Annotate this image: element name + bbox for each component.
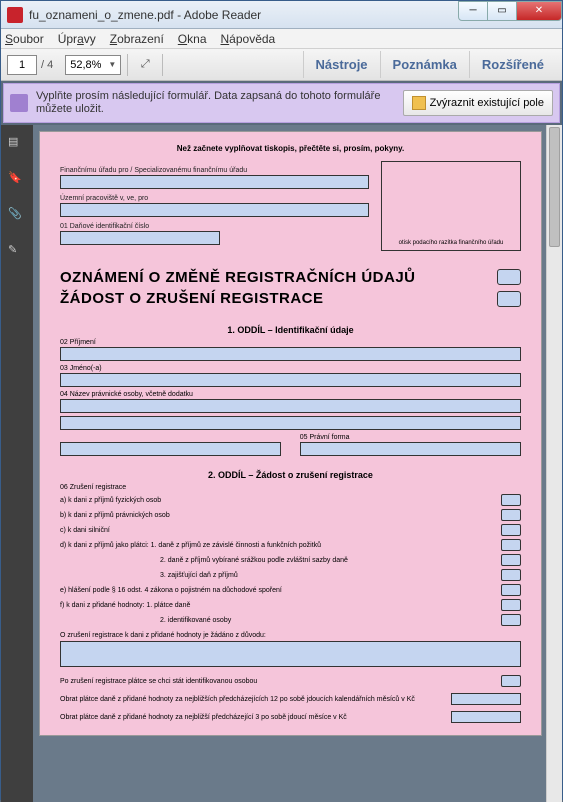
line-d3: 3. zajišťující daň z příjmů — [60, 572, 501, 579]
page-number-input[interactable] — [7, 55, 37, 75]
turnover12-field[interactable] — [451, 693, 521, 705]
toolbar-divider — [162, 54, 163, 76]
field-02[interactable] — [60, 347, 521, 361]
check-d1[interactable] — [501, 539, 521, 551]
check-after[interactable] — [501, 675, 521, 687]
stamp-box: otisk podacího razítka finančního úřadu — [381, 161, 521, 251]
toolbar-divider — [127, 54, 128, 76]
form-instruction: Než začnete vyplňovat tiskopis, přečtěte… — [60, 144, 521, 153]
document-viewport: Než začnete vyplňovat tiskopis, přečtěte… — [33, 125, 562, 802]
comment-panel-button[interactable]: Poznámka — [380, 51, 469, 78]
field-fu[interactable] — [60, 175, 369, 189]
vertical-scrollbar[interactable] — [546, 125, 562, 802]
menu-bar: Soubor Úpravy Zobrazení Okna Nápověda — [1, 29, 562, 49]
signatures-icon[interactable]: ✎ — [8, 243, 26, 261]
highlight-fields-button[interactable]: Zvýraznit existující pole — [403, 90, 553, 116]
reason-field[interactable] — [60, 641, 521, 667]
zoom-value: 52,8% — [70, 59, 101, 71]
highlight-icon — [412, 96, 426, 110]
highlight-label: Zvýraznit existující pole — [430, 97, 544, 109]
maximize-button[interactable]: ▭ — [487, 1, 517, 21]
check-d2[interactable] — [501, 554, 521, 566]
stamp-label: otisk podacího razítka finančního úřadu — [399, 240, 504, 246]
turnover3-label: Obrat plátce daně z přidané hodnoty za n… — [60, 714, 445, 721]
extended-panel-button[interactable]: Rozšířené — [469, 51, 556, 78]
check-title-1[interactable] — [497, 269, 521, 285]
check-f1[interactable] — [501, 599, 521, 611]
line-d: d) k dani z příjmů jako plátci: 1. daně … — [60, 542, 501, 549]
after-label: Po zrušení registrace plátce se chci stá… — [60, 678, 501, 685]
page-total: / 4 — [41, 59, 53, 71]
form-title-1: OZNÁMENÍ O ZMĚNĚ REGISTRAČNÍCH ÚDAJŮ — [60, 269, 487, 286]
bookmarks-icon[interactable]: 🔖 — [8, 171, 26, 189]
line-e: e) hlášení podle § 16 odst. 4 zákona o p… — [60, 587, 501, 594]
line-d2: 2. daně z příjmů vybírané srážkou podle … — [60, 557, 501, 564]
line-b: b) k dani z příjmů právnických osob — [60, 512, 501, 519]
reason-label: O zrušení registrace k dani z přidané ho… — [60, 632, 521, 639]
pdf-page: Než začnete vyplňovat tiskopis, přečtěte… — [39, 131, 542, 736]
check-c[interactable] — [501, 524, 521, 536]
menu-zobrazeni[interactable]: Zobrazení — [110, 32, 164, 46]
thumbnails-icon[interactable]: ▤ — [8, 135, 26, 153]
line-c: c) k dani silniční — [60, 527, 501, 534]
label-04: 04 Název právnické osoby, včetně dodatku — [60, 391, 521, 398]
check-e[interactable] — [501, 584, 521, 596]
close-button[interactable]: ✕ — [516, 1, 562, 21]
form-title-2: ŽÁDOST O ZRUŠENÍ REGISTRACE — [60, 290, 487, 307]
section-2-head: 2. ODDÍL – Žádost o zrušení registrace — [60, 470, 521, 480]
toolbar: / 4 52,8% ▼ ⤢ Nástroje Poznámka Rozšířen… — [1, 49, 562, 81]
menu-upravy[interactable]: Úpravy — [58, 32, 96, 46]
menu-soubor[interactable]: Soubor — [5, 32, 44, 46]
label-fu: Finančnímu úřadu pro / Specializovanému … — [60, 167, 369, 174]
window-titlebar: fu_oznameni_o_zmene.pdf - Adobe Reader ─… — [1, 1, 562, 29]
window-title: fu_oznameni_o_zmene.pdf - Adobe Reader — [29, 8, 459, 22]
field-04c[interactable] — [60, 442, 281, 456]
turnover3-field[interactable] — [451, 711, 521, 723]
line-f2: 2. identifikované osoby — [60, 617, 501, 624]
check-d3[interactable] — [501, 569, 521, 581]
check-b[interactable] — [501, 509, 521, 521]
field-up[interactable] — [60, 203, 369, 217]
label-06: 06 Zrušení registrace — [60, 484, 521, 491]
banner-text: Vyplňte prosím následující formulář. Dat… — [36, 90, 403, 116]
check-f2[interactable] — [501, 614, 521, 626]
form-info-icon — [10, 94, 28, 112]
scrollbar-thumb[interactable] — [549, 127, 560, 247]
label-02: 02 Příjmení — [60, 339, 521, 346]
label-up: Územní pracoviště v, ve, pro — [60, 195, 369, 202]
tools-panel-button[interactable]: Nástroje — [303, 51, 380, 78]
field-04a[interactable] — [60, 399, 521, 413]
label-dic: 01 Daňové identifikační číslo — [60, 223, 369, 230]
field-05[interactable] — [300, 442, 521, 456]
check-a[interactable] — [501, 494, 521, 506]
minimize-button[interactable]: ─ — [458, 1, 488, 21]
left-sidebar: ▤ 🔖 📎 ✎ — [1, 125, 33, 802]
form-banner: Vyplňte prosím následující formulář. Dat… — [3, 83, 560, 123]
zoom-select[interactable]: 52,8% ▼ — [65, 55, 121, 75]
check-title-2[interactable] — [497, 291, 521, 307]
field-dic[interactable] — [60, 231, 220, 245]
section-1-head: 1. ODDÍL – Identifikační údaje — [60, 325, 521, 335]
menu-okna[interactable]: Okna — [178, 32, 207, 46]
field-04b[interactable] — [60, 416, 521, 430]
fit-page-icon[interactable]: ⤢ — [134, 54, 156, 76]
line-a: a) k dani z příjmů fyzických osob — [60, 497, 501, 504]
turnover12-label: Obrat plátce daně z přidané hodnoty za n… — [60, 696, 445, 703]
attachments-icon[interactable]: 📎 — [8, 207, 26, 225]
line-f: f) k dani z přidané hodnoty: 1. plátce d… — [60, 602, 501, 609]
label-05: 05 Právní forma — [300, 434, 521, 441]
field-03[interactable] — [60, 373, 521, 387]
label-03: 03 Jméno(-a) — [60, 365, 521, 372]
chevron-down-icon: ▼ — [108, 60, 116, 69]
app-icon — [7, 7, 23, 23]
menu-napoveda[interactable]: Nápověda — [221, 32, 276, 46]
